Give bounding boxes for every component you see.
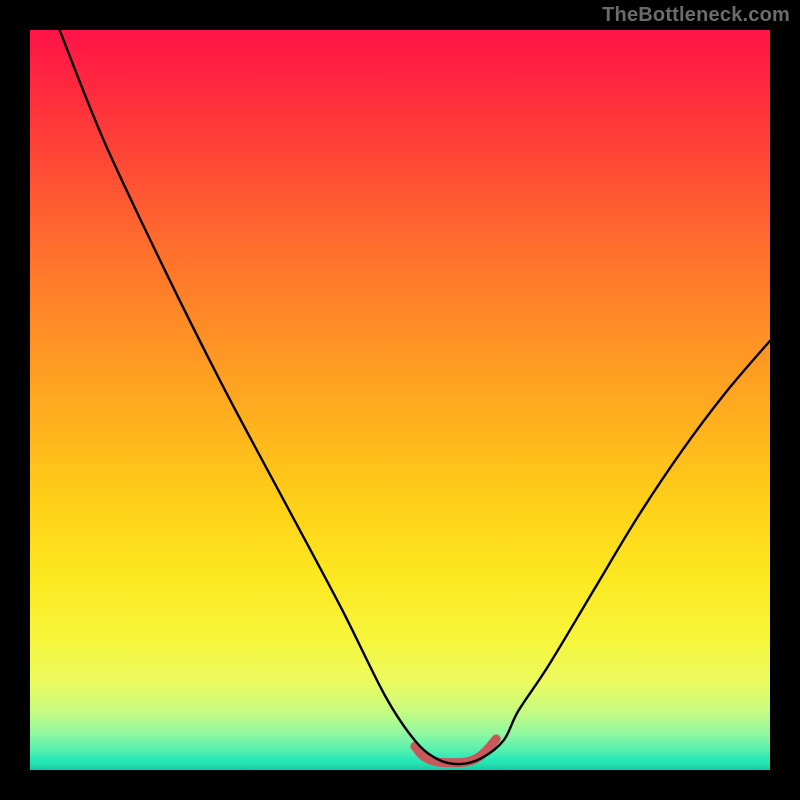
chart-frame: TheBottleneck.com bbox=[0, 0, 800, 800]
watermark-text: TheBottleneck.com bbox=[602, 4, 790, 27]
curve-layer bbox=[30, 30, 770, 770]
bottleneck-main-curve bbox=[60, 30, 770, 764]
plot-area bbox=[30, 30, 770, 770]
bottleneck-accent-curve bbox=[415, 739, 496, 763]
